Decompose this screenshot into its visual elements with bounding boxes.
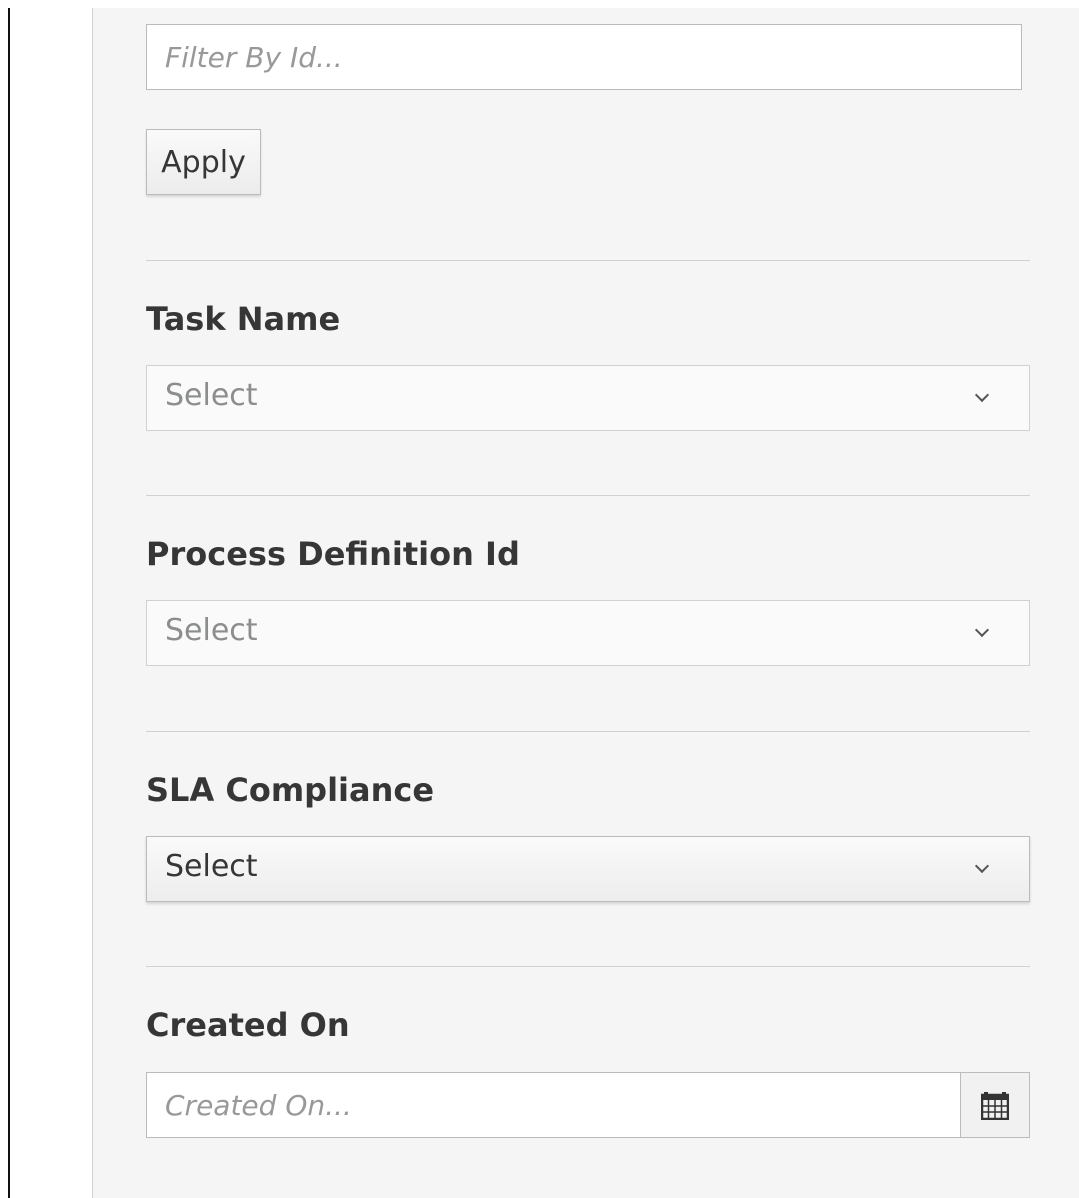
divider <box>146 731 1030 732</box>
chevron-down-icon <box>974 387 990 403</box>
sla-compliance-label: SLA Compliance <box>146 771 435 809</box>
chevron-down-icon <box>974 622 990 638</box>
divider <box>146 495 1030 496</box>
process-definition-id-label: Process Definition Id <box>146 535 520 573</box>
task-name-select-value: Select <box>165 378 258 413</box>
calendar-button[interactable] <box>960 1072 1030 1138</box>
chevron-down-icon <box>974 858 990 874</box>
apply-button[interactable]: Apply <box>146 129 261 195</box>
task-name-label: Task Name <box>146 300 341 338</box>
process-definition-id-select-value: Select <box>165 613 258 648</box>
main-content-border <box>8 8 10 1198</box>
divider <box>146 260 1030 261</box>
filter-panel: Apply Task Name Select Process Definitio… <box>92 8 1079 1198</box>
divider <box>146 966 1030 967</box>
created-on-date-picker <box>146 1072 1030 1138</box>
process-definition-id-select[interactable]: Select <box>146 600 1030 666</box>
created-on-label: Created On <box>146 1006 350 1044</box>
created-on-input[interactable] <box>146 1072 961 1138</box>
task-name-select[interactable]: Select <box>146 365 1030 431</box>
calendar-icon <box>981 1092 1009 1120</box>
sla-compliance-select[interactable]: Select <box>146 836 1030 902</box>
app-frame: Apply Task Name Select Process Definitio… <box>0 0 1079 1198</box>
filter-by-id-input[interactable] <box>146 24 1022 90</box>
sla-compliance-select-value: Select <box>165 849 258 884</box>
